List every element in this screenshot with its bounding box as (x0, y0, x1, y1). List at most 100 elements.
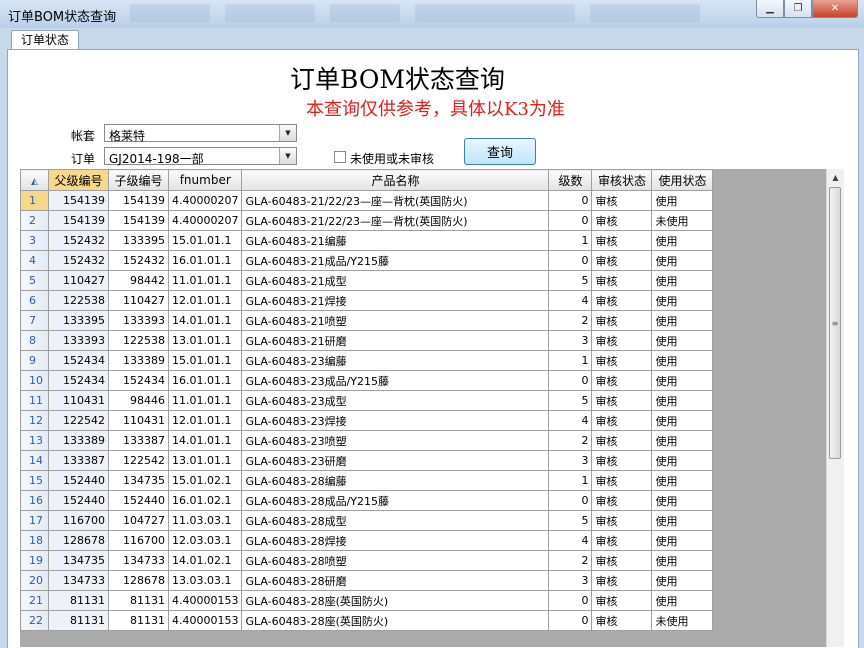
table-cell[interactable]: 使用 (651, 270, 714, 291)
table-cell[interactable]: GLA-60483-21成型 (241, 270, 550, 291)
table-cell[interactable]: 12.01.01.1 (167, 410, 243, 431)
table-cell[interactable]: 审核 (591, 570, 653, 591)
unused-or-unapproved-checkbox[interactable] (334, 151, 346, 163)
table-cell[interactable]: 152440 (48, 470, 109, 491)
table-cell[interactable]: GLA-60483-23成品/Y215藤 (241, 370, 550, 391)
table-cell[interactable]: 使用 (651, 350, 714, 371)
table-cell[interactable]: 2 (548, 310, 593, 331)
row-number[interactable]: 21 (20, 590, 49, 611)
table-row[interactable]: 13 133389 133387 14.01.01.1 GLA-60483-23喷塑 2 审… (20, 430, 714, 451)
table-cell[interactable]: 审核 (591, 450, 653, 471)
table-cell[interactable]: 3 (548, 330, 593, 351)
tab-order-status[interactable]: 订单状态 (11, 30, 80, 51)
table-cell[interactable]: 152432 (108, 250, 169, 271)
table-cell[interactable]: 122542 (48, 410, 109, 431)
table-cell[interactable]: 128678 (108, 570, 169, 591)
table-cell[interactable]: 110427 (48, 270, 109, 291)
table-cell[interactable]: 审核 (591, 510, 653, 531)
table-cell[interactable]: 使用 (651, 230, 714, 251)
table-row[interactable]: 18 128678 116700 12.03.03.1 GLA-60483-28焊接 4 审… (20, 530, 714, 551)
table-cell[interactable]: 使用 (651, 390, 714, 411)
table-row[interactable]: 17 116700 104727 11.03.03.1 GLA-60483-28成型 5 审… (20, 510, 714, 531)
table-row[interactable]: 19 134735 134733 14.01.02.1 GLA-60483-28喷塑 2 审… (20, 550, 714, 571)
row-number[interactable]: 11 (20, 390, 49, 411)
table-cell[interactable]: 14.01.01.1 (167, 310, 243, 331)
table-cell[interactable]: 5 (548, 390, 593, 411)
table-cell[interactable]: 110431 (48, 390, 109, 411)
table-cell[interactable]: 16.01.01.1 (167, 370, 243, 391)
table-cell[interactable]: 使用 (651, 250, 714, 271)
table-cell[interactable]: 2 (548, 550, 593, 571)
table-row[interactable]: 21 81131 81131 4.40000153 GLA-60483-28座(英国防火… (20, 590, 714, 611)
table-cell[interactable]: 审核 (591, 270, 653, 291)
table-cell[interactable]: 122538 (108, 330, 169, 351)
table-cell[interactable]: 133387 (48, 450, 109, 471)
row-number[interactable]: 12 (20, 410, 49, 431)
table-cell[interactable]: GLA-60483-21编藤 (241, 230, 550, 251)
table-cell[interactable]: 未使用 (651, 610, 714, 631)
minimize-button[interactable]: ▁ (756, 0, 784, 18)
table-cell[interactable]: 4.40000153 (167, 590, 243, 611)
table-cell[interactable]: 13.01.01.1 (167, 330, 243, 351)
table-cell[interactable]: 1 (548, 470, 593, 491)
table-cell[interactable]: 5 (548, 510, 593, 531)
table-row[interactable]: 8 133393 122538 13.01.01.1 GLA-60483-21研磨 3 审核… (20, 330, 714, 351)
table-row[interactable]: 7 133395 133393 14.01.01.1 GLA-60483-21喷塑 2 审核… (20, 310, 714, 331)
table-cell[interactable]: GLA-60483-28座(英国防火) (241, 610, 550, 631)
table-cell[interactable]: 审核 (591, 470, 653, 491)
row-number[interactable]: 13 (20, 430, 49, 451)
table-cell[interactable]: 使用 (651, 430, 714, 451)
table-row[interactable]: 15 152440 134735 15.01.02.1 GLA-60483-28编藤 1 审… (20, 470, 714, 491)
table-cell[interactable]: GLA-60483-28座(英国防火) (241, 590, 550, 611)
column-header[interactable]: 使用状态 (651, 169, 714, 191)
table-cell[interactable]: 11.01.01.1 (167, 270, 243, 291)
table-row[interactable]: 12 122542 110431 12.01.01.1 GLA-60483-23焊接 4 审… (20, 410, 714, 431)
table-cell[interactable]: 14.01.02.1 (167, 550, 243, 571)
table-cell[interactable]: 16.01.02.1 (167, 490, 243, 511)
table-row[interactable]: 22 81131 81131 4.40000153 GLA-60483-28座(英国防火… (20, 610, 714, 631)
table-row[interactable]: 5 110427 98442 11.01.01.1 GLA-60483-21成型 5 审核使… (20, 270, 714, 291)
table-cell[interactable]: 133393 (108, 310, 169, 331)
table-cell[interactable]: 152440 (108, 490, 169, 511)
table-cell[interactable]: 使用 (651, 530, 714, 551)
row-number[interactable]: 22 (20, 610, 49, 631)
table-cell[interactable]: 110427 (108, 290, 169, 311)
table-cell[interactable]: 0 (548, 250, 593, 271)
table-cell[interactable]: 81131 (48, 610, 109, 631)
row-number[interactable]: 15 (20, 470, 49, 491)
table-cell[interactable]: 15.01.02.1 (167, 470, 243, 491)
table-cell[interactable]: 110431 (108, 410, 169, 431)
table-cell[interactable]: 未使用 (651, 210, 714, 231)
table-cell[interactable]: GLA-60483-28研磨 (241, 570, 550, 591)
chevron-down-icon[interactable]: ▼ (279, 148, 296, 164)
row-number[interactable]: 10 (20, 370, 49, 391)
table-cell[interactable]: 134735 (108, 470, 169, 491)
table-cell[interactable]: GLA-60483-23研磨 (241, 450, 550, 471)
table-cell[interactable]: 133395 (108, 230, 169, 251)
table-cell[interactable]: 11.03.03.1 (167, 510, 243, 531)
table-cell[interactable]: 133395 (48, 310, 109, 331)
table-cell[interactable]: 14.01.01.1 (167, 430, 243, 451)
table-cell[interactable]: 4 (548, 410, 593, 431)
column-header[interactable]: fnumber (167, 169, 243, 191)
table-cell[interactable]: 审核 (591, 430, 653, 451)
table-cell[interactable]: 12.01.01.1 (167, 290, 243, 311)
table-cell[interactable]: 使用 (651, 310, 714, 331)
table-cell[interactable]: 审核 (591, 610, 653, 631)
table-cell[interactable]: 12.03.03.1 (167, 530, 243, 551)
table-cell[interactable]: 使用 (651, 190, 714, 211)
row-number[interactable]: 14 (20, 450, 49, 471)
table-cell[interactable]: 104727 (108, 510, 169, 531)
row-number[interactable]: 16 (20, 490, 49, 511)
column-header[interactable]: 审核状态 (591, 169, 653, 191)
table-cell[interactable]: 152434 (48, 370, 109, 391)
table-cell[interactable]: 1 (548, 350, 593, 371)
table-cell[interactable]: 审核 (591, 250, 653, 271)
table-cell[interactable]: 4 (548, 530, 593, 551)
table-cell[interactable]: 审核 (591, 310, 653, 331)
table-cell[interactable]: 4.40000207 (167, 190, 243, 211)
table-row[interactable]: 11 110431 98446 11.01.01.1 GLA-60483-23成型 5 审核… (20, 390, 714, 411)
table-cell[interactable]: 使用 (651, 550, 714, 571)
table-cell[interactable]: GLA-60483-21研磨 (241, 330, 550, 351)
table-cell[interactable]: GLA-60483-28成品/Y215藤 (241, 490, 550, 511)
